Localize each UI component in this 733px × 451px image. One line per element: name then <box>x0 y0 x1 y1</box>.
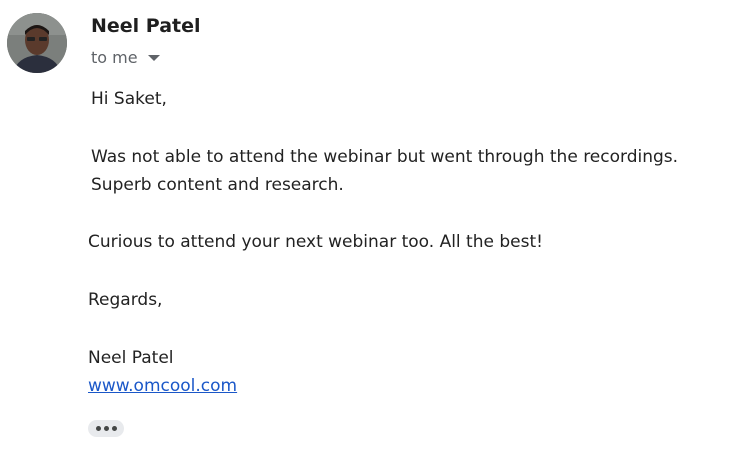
more-dot <box>103 426 109 431</box>
more-dot <box>111 426 117 431</box>
more-horizontal-icon <box>95 426 101 431</box>
body-paragraph-2: Curious to attend your next webinar too.… <box>88 232 543 252</box>
show-trimmed-content-button[interactable] <box>88 420 124 437</box>
greeting-text: Hi Saket, <box>91 89 167 109</box>
sender-name[interactable]: Neel Patel <box>91 15 201 37</box>
avatar-photo <box>7 13 67 73</box>
body-line-1: Was not able to attend the webinar but w… <box>91 147 679 167</box>
chevron-down-icon[interactable] <box>147 55 160 61</box>
signoff-text: Regards, <box>88 290 163 310</box>
sender-avatar[interactable] <box>7 13 67 73</box>
recipient-details-toggle[interactable]: to me <box>91 48 160 67</box>
signature-name: Neel Patel <box>88 348 174 368</box>
signature-link[interactable]: www.omcool.com <box>88 376 237 396</box>
recipient-label: to me <box>91 48 138 67</box>
body-line-2: Superb content and research. <box>91 175 344 195</box>
